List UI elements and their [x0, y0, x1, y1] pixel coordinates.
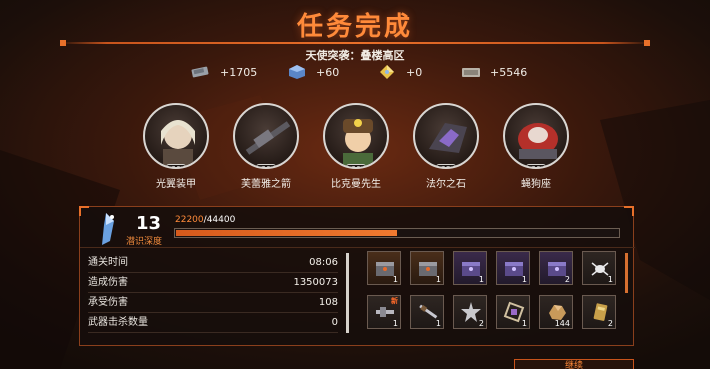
loot-item[interactable]: 144	[539, 295, 573, 329]
stats-scrollbar-thumb[interactable]	[346, 253, 349, 333]
item-count: 2	[564, 275, 570, 284]
team-roster: 30 光翼装甲 30 芙蕾雅之箭 30 比克曼先生 22 法尔之石 30 蝇狗座	[138, 103, 578, 190]
xp-current: 22200	[175, 215, 204, 225]
item-count: 1	[435, 275, 441, 284]
level-badge: 30	[166, 164, 186, 167]
continue-button[interactable]: 继续	[514, 359, 634, 369]
depth-display: 13 潜识深度	[88, 211, 166, 247]
xp-text: 22200/44400	[175, 215, 235, 225]
mission-name: 天使突袭：叠楼高区	[305, 49, 405, 62]
item-count: 2	[478, 319, 484, 328]
character-card[interactable]: 22 法尔之石	[408, 103, 484, 190]
xp-progress-bar	[174, 228, 620, 238]
reward-value: +60	[316, 65, 340, 79]
character-card[interactable]: 30 芙蕾雅之箭	[228, 103, 304, 190]
item-count: 1	[607, 275, 613, 284]
title-divider	[60, 40, 650, 46]
xp-max: 44400	[206, 215, 236, 225]
depth-crystal-icon	[102, 213, 114, 245]
character-name: 比克曼先生	[331, 179, 381, 190]
stat-value: 108	[318, 297, 338, 308]
stat-row: 武器击杀数量 0	[88, 313, 338, 333]
page-title: 任务完成	[296, 12, 413, 42]
loot-item[interactable]: 1	[410, 295, 444, 329]
stat-value: 0	[331, 317, 338, 328]
item-count: 2	[607, 319, 613, 328]
xp-progress-fill	[176, 230, 397, 236]
character-portrait: 30	[143, 103, 209, 169]
level-badge: 30	[346, 164, 366, 167]
reward-bar: +1705 +60 +0 +5546	[190, 64, 530, 82]
character-card[interactable]: 30 光翼装甲	[138, 103, 214, 190]
stat-row: 通关时间 08:06	[88, 253, 338, 273]
mech-portrait: 30	[503, 103, 569, 169]
item-count: 144	[554, 319, 570, 328]
loot-item[interactable]: 1	[496, 251, 530, 285]
depth-value: 13	[136, 213, 162, 234]
stat-label: 武器击杀数量	[88, 317, 148, 328]
character-name: 法尔之石	[426, 179, 466, 190]
level-badge: 30	[526, 164, 546, 167]
reward-item: +60	[286, 64, 339, 80]
character-name: 蝇狗座	[521, 179, 551, 190]
reward-item: +5546	[460, 64, 527, 80]
item-count: 1	[521, 275, 527, 284]
character-portrait: 30	[323, 103, 389, 169]
reward-item: +1705	[190, 64, 257, 80]
cash-stack-icon	[190, 64, 212, 80]
stat-label: 承受伤害	[88, 297, 128, 308]
silver-bar-icon	[460, 64, 482, 80]
item-count: 1	[392, 319, 398, 328]
stat-row: 承受伤害 108	[88, 293, 338, 313]
loot-item[interactable]: 新 1	[367, 295, 401, 329]
loot-item[interactable]: 2	[539, 251, 573, 285]
item-count: 1	[392, 275, 398, 284]
weapon-portrait: 22	[413, 103, 479, 169]
character-name: 光翼装甲	[156, 179, 196, 190]
new-badge: 新	[391, 297, 398, 305]
loot-item[interactable]: 1	[410, 251, 444, 285]
item-count: 1	[478, 275, 484, 284]
loot-item[interactable]: 1	[453, 251, 487, 285]
level-badge: 30	[256, 164, 276, 167]
weapon-portrait: 30	[233, 103, 299, 169]
reward-item: +0	[376, 64, 422, 80]
loot-item[interactable]: 1	[582, 251, 616, 285]
stat-row: 造成伤害 1350073	[88, 273, 338, 293]
reward-value: +5546	[490, 65, 528, 79]
loot-item[interactable]: 2	[453, 295, 487, 329]
character-card[interactable]: 30 比克曼先生	[318, 103, 394, 190]
reward-value: +0	[406, 65, 423, 79]
stat-value: 08:06	[309, 257, 338, 268]
loot-item[interactable]: 2	[582, 295, 616, 329]
stats-scrollbar[interactable]	[346, 253, 349, 333]
item-count: 1	[521, 319, 527, 328]
loot-item[interactable]: 1	[496, 295, 530, 329]
depth-label: 潜识深度	[126, 237, 163, 247]
yellow-crystal-icon	[376, 64, 398, 80]
panel-divider	[80, 247, 635, 248]
stat-label: 造成伤害	[88, 277, 128, 288]
reward-value: +1705	[220, 65, 258, 79]
item-count: 1	[435, 319, 441, 328]
result-panel: 13 潜识深度 22200/44400 通关时间 08:06 造成伤害 1350…	[79, 206, 635, 346]
blue-cube-icon	[286, 64, 308, 80]
level-badge: 22	[436, 164, 456, 167]
panel-corner	[624, 206, 634, 216]
stat-label: 通关时间	[88, 257, 128, 268]
loot-grid: 1 1 1 1 2 1 新 1 1 2 1 144 2	[367, 251, 627, 331]
character-name: 芙蕾雅之箭	[241, 179, 291, 190]
character-card[interactable]: 30 蝇狗座	[498, 103, 574, 190]
loot-item[interactable]: 1	[367, 251, 401, 285]
stats-list: 通关时间 08:06 造成伤害 1350073 承受伤害 108 武器击杀数量 …	[88, 253, 338, 333]
loot-scrollbar[interactable]	[625, 253, 628, 293]
stat-value: 1350073	[293, 277, 338, 288]
